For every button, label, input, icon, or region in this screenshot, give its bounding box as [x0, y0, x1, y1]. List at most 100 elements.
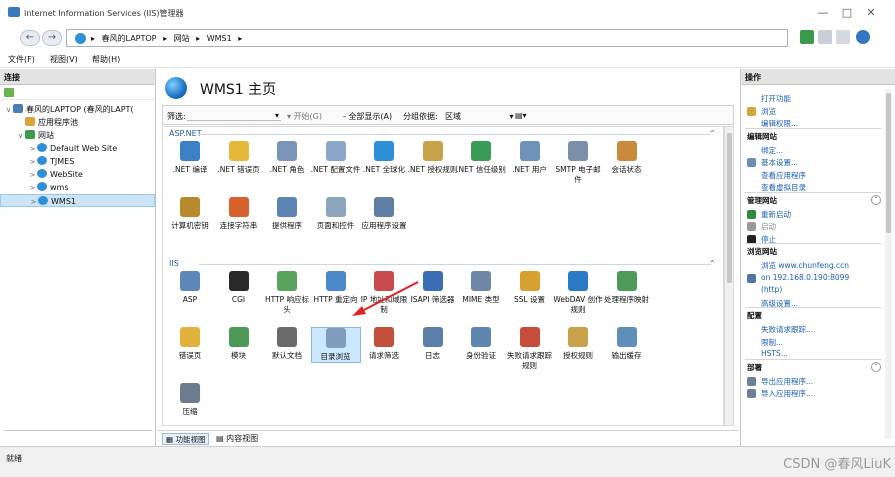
feature-item[interactable]: IP 地址和域限制 — [359, 271, 409, 315]
groupby-select[interactable]: 区域 ▾ — [445, 111, 514, 122]
feature-item[interactable]: .NET 全球化 — [359, 141, 409, 175]
tree-node-label: TJMES — [50, 157, 75, 166]
collapse-icon[interactable]: ⌃ — [871, 194, 881, 205]
feature-item[interactable]: 提供程序 — [262, 197, 312, 231]
back-button[interactable]: ← — [20, 30, 40, 46]
refresh-icon[interactable] — [800, 30, 814, 44]
tree-node-2[interactable]: ∨ 网站 — [0, 129, 155, 142]
breadcrumb-server[interactable]: 春风的LAPTOP — [102, 34, 157, 43]
feature-item[interactable]: .NET 编译 — [165, 141, 215, 175]
feature-label: 授权规则 — [563, 351, 593, 360]
filter-input[interactable] — [187, 109, 281, 121]
action-link[interactable]: 基本设置... — [761, 157, 798, 168]
collapse-icon[interactable]: ⌃ — [709, 129, 716, 138]
feature-item[interactable]: HTTP 重定向 — [311, 271, 361, 305]
action-link[interactable]: 查看应用程序 — [761, 170, 806, 181]
maximize-button[interactable]: □ — [840, 6, 854, 20]
feature-item[interactable]: 模块 — [214, 327, 264, 361]
feature-item[interactable]: 错误页 — [165, 327, 215, 361]
stop-icon[interactable] — [818, 30, 832, 44]
tree-node-7[interactable]: > WMS1 — [0, 194, 155, 207]
tree-node-0[interactable]: ∨ 春风的LAPTOP (春风的LAPT( — [0, 103, 155, 116]
feature-item[interactable]: .NET 错误页 — [214, 141, 264, 175]
collapse-icon[interactable]: ⌃ — [871, 361, 881, 372]
tree-node-6[interactable]: > wms — [0, 181, 155, 194]
group-header[interactable]: ASP.NET ⌃ — [169, 129, 716, 138]
action-link[interactable]: 导入应用程序... — [761, 388, 813, 399]
feature-item[interactable]: 目录浏览 — [310, 327, 361, 363]
action-link[interactable]: 启动 — [761, 221, 776, 232]
feature-item[interactable]: .NET 用户 — [505, 141, 555, 175]
action-icon — [747, 273, 756, 283]
menu-file[interactable]: 文件(F) — [8, 54, 35, 65]
forward-button[interactable]: → — [42, 30, 62, 46]
feature-item[interactable]: HTTP 响应标头 — [262, 271, 312, 315]
action-link[interactable]: 失败请求跟踪... — [761, 324, 813, 335]
action-link[interactable]: 绑定... — [761, 145, 783, 156]
tree-node-4[interactable]: > TJMES — [0, 155, 155, 168]
view-mode-icon[interactable]: ▤▾ — [515, 111, 527, 120]
feature-item[interactable]: .NET 配置文件 — [311, 141, 361, 175]
feature-item[interactable]: 压缩 — [165, 383, 215, 417]
collapse-icon[interactable]: ⌃ — [709, 259, 716, 268]
feature-item[interactable]: 请求筛选 — [359, 327, 409, 361]
features-scrollbar[interactable] — [724, 126, 734, 426]
tree-node-5[interactable]: > WebSite — [0, 168, 155, 181]
feature-item[interactable]: SMTP 电子邮件 — [553, 141, 603, 185]
breadcrumb[interactable]: ▸ 春风的LAPTOP ▸ 网站 ▸ WMS1 ▸ — [66, 29, 788, 47]
feature-item[interactable]: SSL 设置 — [505, 271, 555, 305]
tree-node-1[interactable]: 应用程序池 — [0, 116, 155, 129]
action-link[interactable]: 打开功能 — [761, 93, 791, 104]
home-icon[interactable] — [836, 30, 850, 44]
feature-item[interactable]: 失败请求跟踪规则 — [505, 327, 555, 371]
feature-item[interactable]: .NET 授权规则 — [408, 141, 458, 175]
feature-item[interactable]: 计算机密钥 — [165, 197, 215, 231]
feature-item[interactable]: 输出缓存 — [602, 327, 652, 361]
action-link[interactable]: 浏览 www.chunfeng.ccn — [761, 260, 849, 271]
site-globe-icon — [165, 77, 187, 99]
actions-scrollbar[interactable] — [885, 89, 892, 439]
breadcrumb-sites[interactable]: 网站 — [174, 34, 190, 43]
breadcrumb-site[interactable]: WMS1 — [207, 34, 232, 43]
feature-item[interactable]: .NET 信任级别 — [456, 141, 506, 175]
feature-item[interactable]: ASP — [165, 271, 215, 305]
tab-features-view[interactable]: ▦ 功能视图 — [162, 433, 210, 445]
tree-node-3[interactable]: > Default Web Site — [0, 142, 155, 155]
horizontal-scrollbar[interactable] — [4, 430, 152, 438]
action-link[interactable]: 导出应用程序... — [761, 376, 813, 387]
feature-item[interactable]: CGI — [214, 271, 264, 305]
feature-item[interactable]: 连接字符串 — [214, 197, 264, 231]
feature-item[interactable]: 授权规则 — [553, 327, 603, 361]
feature-item[interactable]: .NET 角色 — [262, 141, 312, 175]
help-icon[interactable] — [856, 30, 870, 44]
show-all-button[interactable]: - 全部显示(A) — [343, 111, 392, 122]
feature-item[interactable]: WebDAV 创作规则 — [553, 271, 603, 315]
action-link[interactable]: 重新启动 — [761, 209, 791, 220]
action-link[interactable]: 限制... — [761, 337, 783, 348]
feature-item[interactable]: 默认文档 — [262, 327, 312, 361]
menu-help[interactable]: 帮助(H) — [92, 54, 120, 65]
action-link[interactable]: on 192.168.0.190:8099 — [761, 273, 849, 282]
feature-item[interactable]: 会话状态 — [602, 141, 652, 175]
feature-item[interactable]: 应用程序设置 — [359, 197, 409, 231]
connect-icon[interactable] — [4, 88, 14, 97]
feature-item[interactable]: 页面和控件 — [311, 197, 361, 231]
page-header: WMS1 主页 — [158, 69, 738, 105]
expander-icon[interactable]: > — [29, 196, 38, 209]
menu-view[interactable]: 视图(V) — [50, 54, 78, 65]
minimize-button[interactable]: — — [816, 6, 830, 20]
action-link[interactable]: HSTS... — [761, 349, 788, 358]
feature-item[interactable]: ISAPI 筛选器 — [408, 271, 458, 305]
feature-icon — [374, 271, 394, 291]
feature-item[interactable]: 身份验证 — [456, 327, 506, 361]
feature-item[interactable]: 日志 — [408, 327, 458, 361]
start-button[interactable]: ▾ 开始(G) — [287, 111, 322, 122]
feature-item[interactable]: MIME 类型 — [456, 271, 506, 305]
feature-item[interactable]: 处理程序映射 — [602, 271, 652, 305]
close-button[interactable]: ✕ — [864, 6, 878, 20]
tab-content-view[interactable]: ▤ 内容视图 — [216, 433, 258, 445]
filter-dropdown-icon[interactable]: ▾ — [275, 111, 279, 120]
action-link[interactable]: 浏览 — [761, 106, 776, 117]
group-header[interactable]: IIS ⌃ — [169, 259, 716, 268]
action-link[interactable]: (http) — [761, 285, 782, 294]
